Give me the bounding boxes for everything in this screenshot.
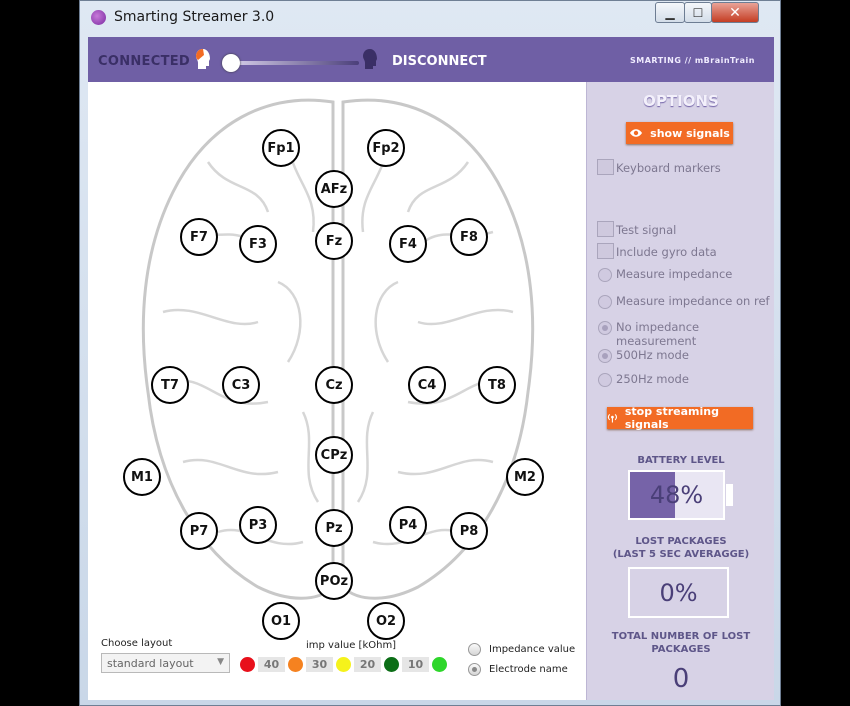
- choose-layout-label: Choose layout: [101, 638, 173, 649]
- electrode-name-radio[interactable]: [468, 663, 481, 676]
- electrode-afz[interactable]: AFz: [315, 170, 353, 208]
- total-lost-sublabel: PACKAGES: [651, 644, 711, 655]
- brand-label: SMARTING // mBrainTrain: [630, 56, 755, 65]
- measure-impedance-radio[interactable]: [598, 268, 612, 282]
- impedance-scale: 40 30 20 10: [240, 657, 447, 672]
- electrode-cz[interactable]: Cz: [315, 366, 353, 404]
- show-signals-label: show signals: [650, 126, 730, 140]
- impedance-dot-dark-green: [384, 657, 399, 672]
- electrode-t7[interactable]: T7: [151, 366, 189, 404]
- stop-streaming-label: stop streaming signals: [624, 405, 719, 431]
- minimize-button[interactable]: ▁: [655, 2, 685, 23]
- connected-label[interactable]: CONNECTED: [98, 54, 190, 69]
- electrode-p3[interactable]: P3: [239, 506, 277, 544]
- electrode-o2[interactable]: O2: [367, 602, 405, 640]
- window-title: Smarting Streamer 3.0: [114, 9, 275, 25]
- mode-500hz-label[interactable]: 500Hz mode: [616, 348, 689, 362]
- battery-level-label: BATTERY LEVEL: [637, 455, 725, 466]
- impedance-dot-orange: [288, 657, 303, 672]
- electrode-c3[interactable]: C3: [222, 366, 260, 404]
- options-panel: OPTIONS show signals Keyboard markers Te…: [586, 82, 774, 700]
- electrode-fp1[interactable]: Fp1: [262, 129, 300, 167]
- electrode-cpz[interactable]: CPz: [315, 436, 353, 474]
- impedance-scale-value: 30: [306, 657, 333, 672]
- include-gyro-label[interactable]: Include gyro data: [616, 245, 717, 259]
- stop-streaming-button[interactable]: stop streaming signals: [607, 405, 753, 431]
- total-lost-label: TOTAL NUMBER OF LOST: [611, 631, 751, 642]
- keyboard-markers-checkbox[interactable]: [597, 159, 614, 175]
- title-bar: Smarting Streamer 3.0 ▁ ☐ ✕: [80, 1, 780, 35]
- impedance-dot-green: [432, 657, 447, 672]
- electrode-c4[interactable]: C4: [408, 366, 446, 404]
- connection-slider-knob[interactable]: [222, 54, 240, 72]
- electrode-m1[interactable]: M1: [123, 458, 161, 496]
- close-button[interactable]: ✕: [711, 2, 759, 23]
- no-impedance-radio[interactable]: [598, 321, 612, 335]
- electrode-name-label[interactable]: Electrode name: [489, 664, 568, 675]
- eye-icon: [630, 129, 643, 137]
- electrode-fp2[interactable]: Fp2: [367, 129, 405, 167]
- impedance-value-radio[interactable]: [468, 643, 481, 656]
- mode-500hz-radio[interactable]: [598, 349, 612, 363]
- broadcast-icon: [607, 414, 618, 423]
- impedance-dot-yellow: [336, 657, 351, 672]
- keyboard-markers-label[interactable]: Keyboard markers: [616, 161, 721, 175]
- disconnected-head-icon: [363, 49, 377, 69]
- electrode-p4[interactable]: P4: [389, 506, 427, 544]
- connection-bar: CONNECTED DISCONNECT SMARTING // mBrainT…: [88, 37, 774, 82]
- disconnect-button[interactable]: DISCONNECT: [392, 54, 487, 69]
- impedance-dot-red: [240, 657, 255, 672]
- electrode-poz[interactable]: POz: [315, 562, 353, 600]
- impedance-scale-label: imp value [kOhm]: [306, 640, 397, 651]
- measure-impedance-ref-radio[interactable]: [598, 295, 612, 309]
- electrode-fz[interactable]: Fz: [315, 222, 353, 260]
- show-signals-button[interactable]: show signals: [626, 122, 733, 144]
- electrode-p7[interactable]: P7: [180, 512, 218, 550]
- battery-indicator: 48%: [628, 470, 725, 520]
- chevron-down-icon: ▼: [217, 657, 224, 667]
- electrode-f8[interactable]: F8: [450, 218, 488, 256]
- lost-packages-label: LOST PACKAGES: [635, 536, 727, 547]
- test-signal-label[interactable]: Test signal: [616, 223, 676, 237]
- impedance-scale-value: 20: [354, 657, 381, 672]
- impedance-value-label[interactable]: Impedance value: [489, 644, 575, 655]
- electrode-t8[interactable]: T8: [478, 366, 516, 404]
- app-window: Smarting Streamer 3.0 ▁ ☐ ✕ CONNECTED DI…: [79, 0, 781, 706]
- battery-level-value: 48%: [649, 481, 704, 509]
- electrode-f4[interactable]: F4: [389, 225, 427, 263]
- impedance-scale-value: 40: [258, 657, 285, 672]
- electrode-f7[interactable]: F7: [180, 218, 218, 256]
- mode-250hz-radio[interactable]: [598, 373, 612, 387]
- client-area: CONNECTED DISCONNECT SMARTING // mBrainT…: [88, 37, 774, 700]
- no-impedance-label[interactable]: No impedance measurement: [616, 320, 774, 348]
- lost-packages-value: 0%: [628, 567, 729, 618]
- electrode-pz[interactable]: Pz: [315, 509, 353, 547]
- electrode-p8[interactable]: P8: [450, 512, 488, 550]
- total-lost-value: 0: [672, 664, 690, 694]
- connected-head-icon: [196, 49, 210, 69]
- electrode-m2[interactable]: M2: [506, 458, 544, 496]
- electrode-f3[interactable]: F3: [239, 225, 277, 263]
- electrode-o1[interactable]: O1: [262, 602, 300, 640]
- measure-impedance-label[interactable]: Measure impedance: [616, 267, 732, 281]
- options-title: OPTIONS: [643, 92, 719, 110]
- layout-dropdown[interactable]: standard layout ▼: [101, 653, 230, 673]
- electrode-map: Fp1 Fp2 AFz F7 F3 Fz F4 F8 T7 C3 Cz C4 T8 CPz M1 M2 P7 P3…: [88, 82, 586, 700]
- impedance-scale-value: 10: [402, 657, 429, 672]
- measure-impedance-ref-label[interactable]: Measure impedance on ref: [616, 294, 770, 308]
- mode-250hz-label[interactable]: 250Hz mode: [616, 372, 689, 386]
- layout-dropdown-value: standard layout: [107, 657, 194, 670]
- lost-packages-sublabel: (LAST 5 SEC AVERAGGE): [612, 549, 750, 560]
- test-signal-checkbox[interactable]: [597, 221, 614, 237]
- connection-slider-track[interactable]: [229, 61, 359, 65]
- include-gyro-checkbox[interactable]: [597, 243, 614, 259]
- maximize-button[interactable]: ☐: [684, 2, 712, 23]
- battery-tip: [726, 484, 733, 506]
- app-logo-icon: [91, 10, 106, 25]
